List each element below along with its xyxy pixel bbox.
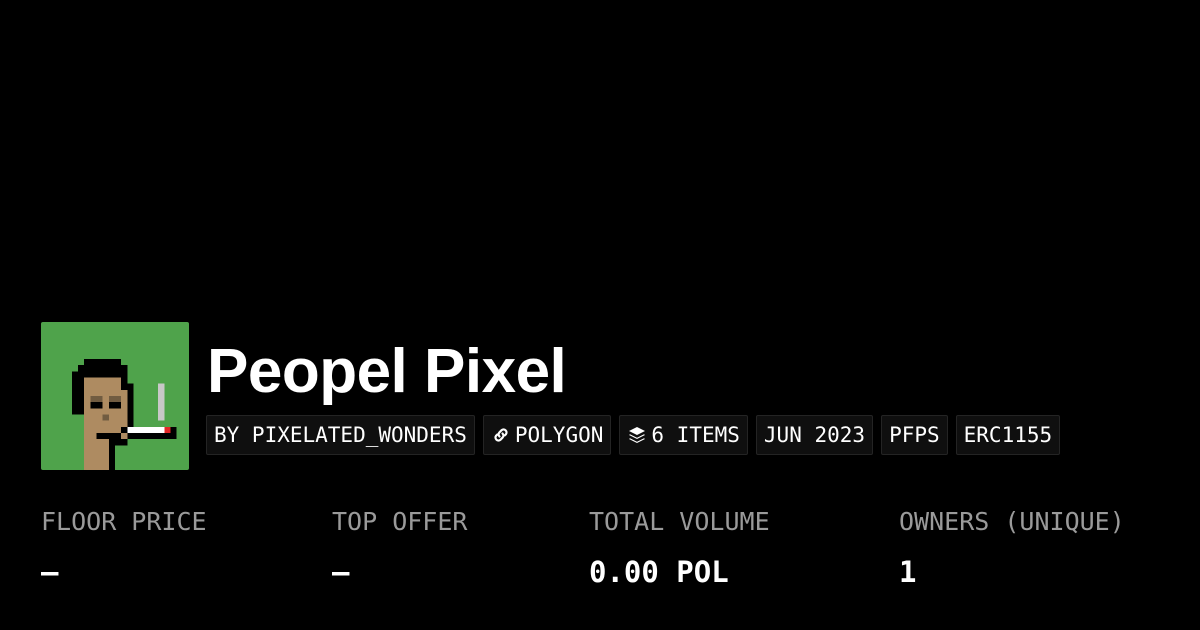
- stat-floor-price: FLOOR PRICE –: [41, 505, 207, 589]
- pixel-punk-avatar-icon: [41, 322, 189, 470]
- stat-owners-value: 1: [899, 555, 917, 589]
- collection-title: Peopel Pixel: [207, 337, 567, 406]
- token-standard-tag: ERC1155: [955, 415, 1061, 455]
- collection-avatar: [41, 322, 189, 470]
- creator-tag[interactable]: BY PIXELATED_WONDERS: [206, 415, 475, 455]
- token-standard-tag-label: ERC1155: [963, 423, 1053, 447]
- items-count-tag-label: 6 ITEMS: [651, 423, 740, 447]
- stat-top-offer-value: –: [332, 555, 350, 589]
- stat-owners: OWNERS (UNIQUE) 1: [899, 505, 1125, 589]
- stat-floor-price-value: –: [41, 555, 59, 589]
- created-date-tag: JUN 2023: [755, 415, 874, 455]
- chain-tag-label: POLYGON: [514, 423, 604, 447]
- items-count-tag[interactable]: 6 ITEMS: [619, 415, 748, 455]
- stat-owners-label: OWNERS (UNIQUE): [899, 507, 1125, 536]
- stat-floor-price-label: FLOOR PRICE: [41, 507, 207, 536]
- stat-top-offer: TOP OFFER –: [332, 505, 467, 589]
- stat-top-offer-label: TOP OFFER: [332, 507, 468, 536]
- stat-total-volume-value: 0.00 POL: [589, 555, 729, 589]
- chain-tag[interactable]: POLYGON: [482, 415, 612, 455]
- category-tag-label: PFPS: [889, 423, 940, 447]
- collection-tags: BY PIXELATED_WONDERS POLYGON 6 ITEMS JUN…: [206, 415, 1061, 455]
- category-tag[interactable]: PFPS: [881, 415, 948, 455]
- created-date-tag-label: JUN 2023: [763, 423, 866, 447]
- stat-total-volume: TOTAL VOLUME 0.00 POL: [589, 505, 770, 589]
- chain-link-icon: [491, 425, 511, 445]
- creator-tag-label: BY PIXELATED_WONDERS: [214, 423, 467, 447]
- collection-preview-card: { "collection": { "name": "Peopel Pixel"…: [0, 0, 1200, 630]
- stat-total-volume-label: TOTAL VOLUME: [589, 507, 770, 536]
- layers-icon: [627, 425, 647, 445]
